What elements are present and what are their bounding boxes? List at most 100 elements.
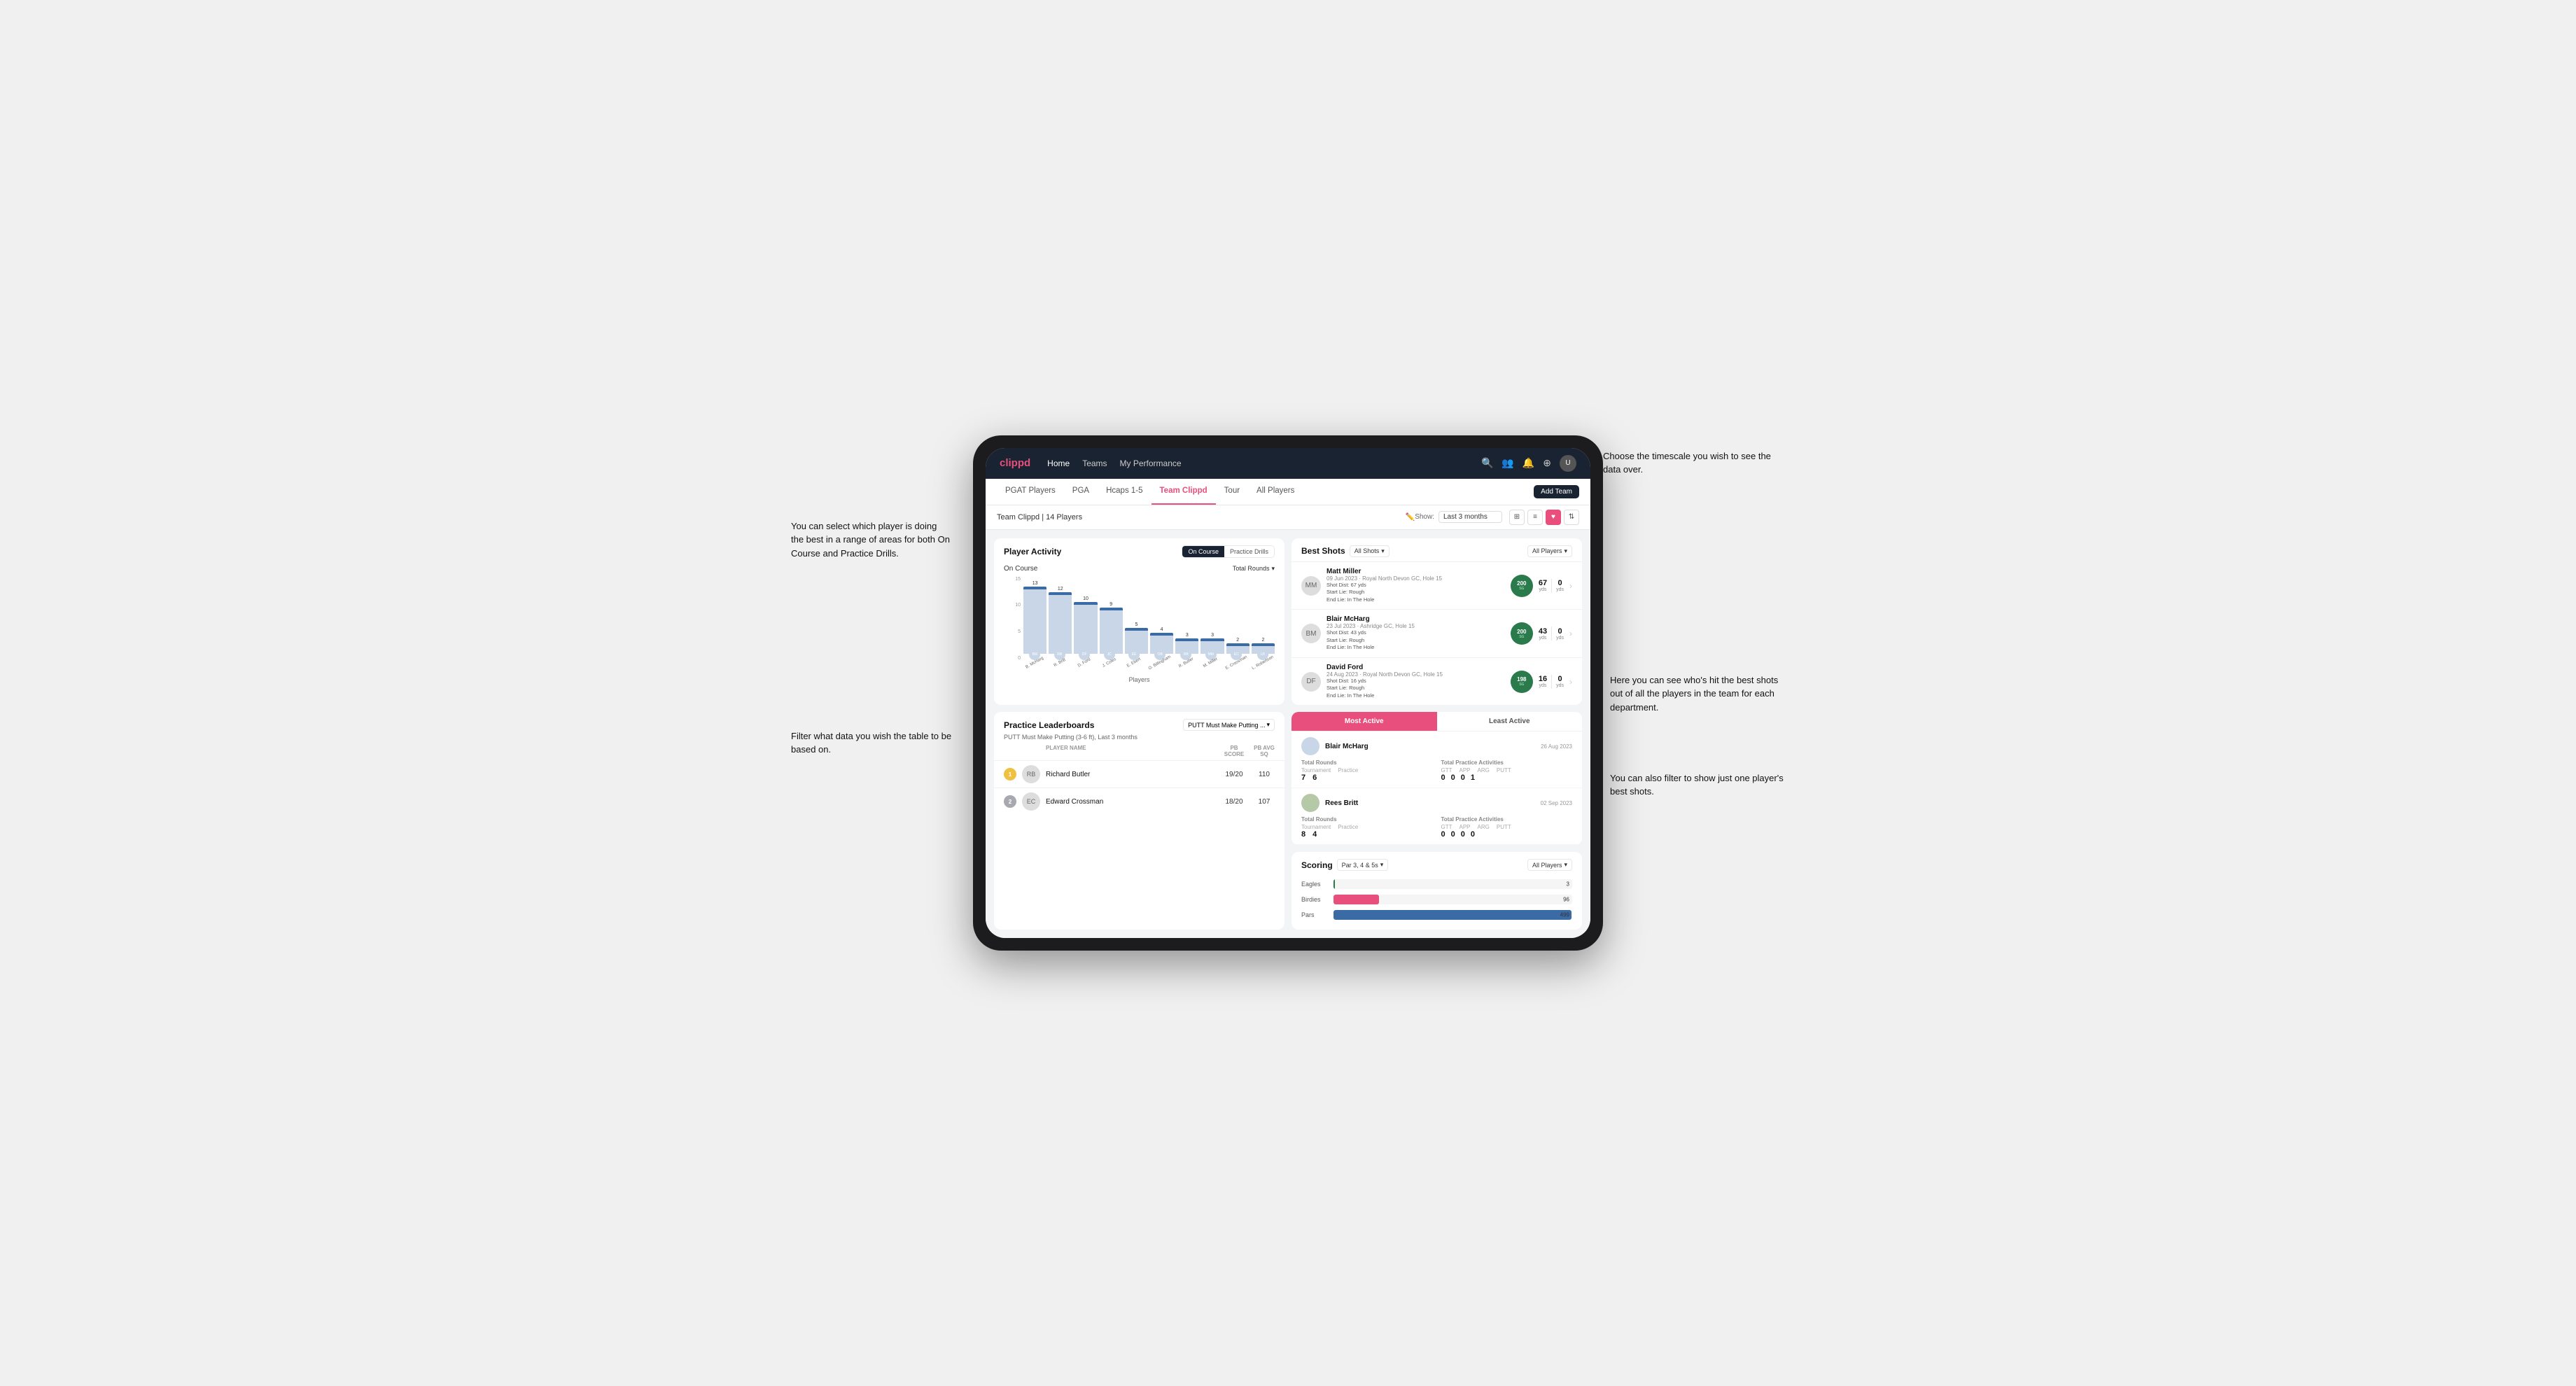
list-view-button[interactable]: ≡ [1527, 510, 1543, 525]
shot-info-david-ford: David Ford 24 Aug 2023 · Royal North Dev… [1326, 664, 1505, 700]
course-toggle-group: On Course Practice Drills [1182, 545, 1275, 558]
active-player-rees: Rees Britt 02 Sep 2023 Total Rounds Tour… [1292, 788, 1582, 845]
scoring-bar-pars: Pars 499 [1301, 910, 1572, 920]
x-label-mmiller: MM M. Miller [1200, 649, 1222, 665]
scoring-players-dropdown[interactable]: All Players▾ [1527, 859, 1572, 871]
tab-bar: PGAT Players PGA Hcaps 1-5 Team Clippd T… [986, 479, 1590, 505]
scoring-bar-wrap-eagles: 3 [1334, 879, 1572, 889]
add-team-button[interactable]: Add Team [1534, 485, 1579, 498]
bar-bmcharg: 13 [1023, 577, 1046, 654]
grid-view-button[interactable]: ⊞ [1509, 510, 1525, 525]
lb-row-edward-crossman[interactable]: 2 EC Edward Crossman 18/20 107 [994, 788, 1284, 815]
y-label-0: 0 [1004, 656, 1021, 661]
stat-yds-mm: 67 yds [1539, 579, 1547, 592]
stat-zero-df: 0 yds [1556, 675, 1564, 688]
ap-stats-rees: Total Rounds TournamentPractice 8 4 [1301, 816, 1572, 839]
practice-filter-button[interactable]: PUTT Must Make Putting ...▾ [1183, 719, 1275, 731]
least-active-tab[interactable]: Least Active [1437, 712, 1583, 731]
tab-pga[interactable]: PGA [1064, 479, 1098, 505]
practice-drills-toggle[interactable]: Practice Drills [1224, 546, 1274, 557]
chevron-right-bm[interactable]: › [1569, 629, 1572, 638]
tab-hcaps[interactable]: Hcaps 1-5 [1098, 479, 1151, 505]
active-header: Most Active Least Active [1292, 712, 1582, 732]
annotation-best-shots: Here you can see who's hit the best shot… [1610, 673, 1792, 715]
show-select[interactable]: Last 3 months [1438, 511, 1502, 523]
chart-filter[interactable]: Total Rounds ▾ [1233, 565, 1275, 573]
nav-my-performance[interactable]: My Performance [1120, 458, 1182, 468]
stat-yds-bm: 43 yds [1539, 627, 1547, 640]
app-logo: clippd [1000, 457, 1030, 469]
lb-col-score: PB SCORE [1220, 745, 1248, 757]
bar-fill-rbritt [1049, 592, 1072, 654]
avatar-matt-miller: MM [1301, 576, 1321, 596]
tab-team-clippd[interactable]: Team Clippd [1152, 479, 1216, 505]
bar-eebert: 5 [1125, 577, 1148, 654]
nav-icons: 🔍 👥 🔔 ⊕ U [1481, 455, 1576, 472]
ap-date-blair: 26 Aug 2023 [1541, 743, 1572, 750]
sub-header: Team Clippd | 14 Players ✏️ Show: Last 3… [986, 505, 1590, 530]
bar-dford: 10 [1074, 577, 1097, 654]
plus-circle-icon[interactable]: ⊕ [1543, 457, 1551, 469]
all-shots-dropdown[interactable]: All Shots▾ [1350, 545, 1390, 557]
stat-divider-bm [1551, 626, 1552, 640]
chevron-right-df[interactable]: › [1569, 677, 1572, 687]
y-label-10: 10 [1004, 603, 1021, 608]
stat-yds-df: 16 yds [1539, 675, 1547, 688]
ap-avatar-blair [1301, 737, 1320, 755]
tab-pgat-players[interactable]: PGAT Players [997, 479, 1064, 505]
ap-rounds-blair: Total Rounds TournamentPractice 7 6 [1301, 760, 1433, 782]
scoring-par-dropdown[interactable]: Par 3, 4 & 5s▾ [1337, 859, 1389, 871]
lb-avg-edward: 107 [1254, 798, 1275, 806]
x-label-dford: DF D. Ford [1073, 649, 1096, 665]
shot-card-matt-miller[interactable]: MM Matt Miller 09 Jun 2023 · Royal North… [1292, 561, 1582, 610]
x-label-lrobertson: LR L. Robertson [1251, 649, 1275, 665]
scoring-bar-wrap-pars: 499 [1334, 910, 1572, 920]
bar-fill-bmcharg [1023, 587, 1046, 654]
shot-info-blair-mcharg: Blair McHarg 23 Jul 2023 · Ashridge GC, … [1326, 615, 1505, 652]
chevron-right-mm[interactable]: › [1569, 581, 1572, 591]
shot-dist-info-mm: Shot Dist: 67 yds Start Lie: Rough End L… [1326, 582, 1505, 604]
scoring-bar-value-birdies: 96 [1563, 897, 1569, 903]
lb-score-richard: 19/20 [1220, 771, 1248, 778]
tablet-frame: clippd Home Teams My Performance 🔍 👥 🔔 ⊕… [973, 435, 1603, 951]
chart-view-button[interactable]: ♥ [1546, 510, 1561, 525]
on-course-toggle[interactable]: On Course [1182, 546, 1224, 557]
practice-subtitle: PUTT Must Make Putting (3-6 ft), Last 3 … [994, 734, 1284, 745]
practice-title: Practice Leaderboards [1004, 720, 1094, 730]
best-shots-card: Best Shots All Shots▾ All Players▾ MM [1292, 538, 1582, 706]
scoring-bar-eagles: Eagles 3 [1301, 879, 1572, 889]
scoring-bar-fill-pars [1334, 910, 1572, 920]
annotation-timescale: Choose the timescale you wish to see the… [1603, 449, 1785, 477]
all-players-dropdown[interactable]: All Players▾ [1527, 545, 1572, 557]
scoring-bar-value-eagles: 3 [1567, 881, 1569, 888]
lb-avatar-richard: RB [1022, 765, 1040, 783]
nav-teams[interactable]: Teams [1082, 458, 1107, 468]
active-player-blair: Blair McHarg 26 Aug 2023 Total Rounds To… [1292, 732, 1582, 788]
shot-player-name-bm: Blair McHarg [1326, 615, 1505, 623]
team-name: Team Clippd | 14 Players [997, 513, 1401, 522]
ap-header-blair: Blair McHarg 26 Aug 2023 [1301, 737, 1572, 755]
shot-card-david-ford[interactable]: DF David Ford 24 Aug 2023 · Royal North … [1292, 657, 1582, 706]
bell-icon[interactable]: 🔔 [1522, 457, 1534, 469]
tab-tour[interactable]: Tour [1216, 479, 1248, 505]
nav-home[interactable]: Home [1047, 458, 1070, 468]
user-avatar[interactable]: U [1560, 455, 1576, 472]
lb-row-richard-butler[interactable]: 1 RB Richard Butler 19/20 110 [994, 760, 1284, 788]
shot-card-blair-mcharg[interactable]: BM Blair McHarg 23 Jul 2023 · Ashridge G… [1292, 609, 1582, 657]
filter-view-button[interactable]: ⇅ [1564, 510, 1579, 525]
tab-bar-right: Add Team [1534, 484, 1579, 498]
edit-icon[interactable]: ✏️ [1406, 512, 1415, 522]
users-icon[interactable]: 👥 [1502, 457, 1513, 469]
scoring-title: Scoring [1301, 860, 1333, 870]
ap-practice-blair: Total Practice Activities GTTAPPARGPUTT … [1441, 760, 1573, 782]
ap-name-blair: Blair McHarg [1325, 743, 1541, 750]
most-active-card: Most Active Least Active Blair McHarg 26… [1292, 712, 1582, 845]
search-icon[interactable]: 🔍 [1481, 457, 1493, 469]
x-label-obillingham: OB O. Billingham [1147, 649, 1172, 665]
most-active-tab[interactable]: Most Active [1292, 712, 1437, 731]
avatar-david-ford: DF [1301, 672, 1321, 692]
ap-header-rees: Rees Britt 02 Sep 2023 [1301, 794, 1572, 812]
main-content: Player Activity On Course Practice Drill… [986, 530, 1590, 939]
tab-all-players[interactable]: All Players [1248, 479, 1303, 505]
shot-player-name-df: David Ford [1326, 664, 1505, 671]
